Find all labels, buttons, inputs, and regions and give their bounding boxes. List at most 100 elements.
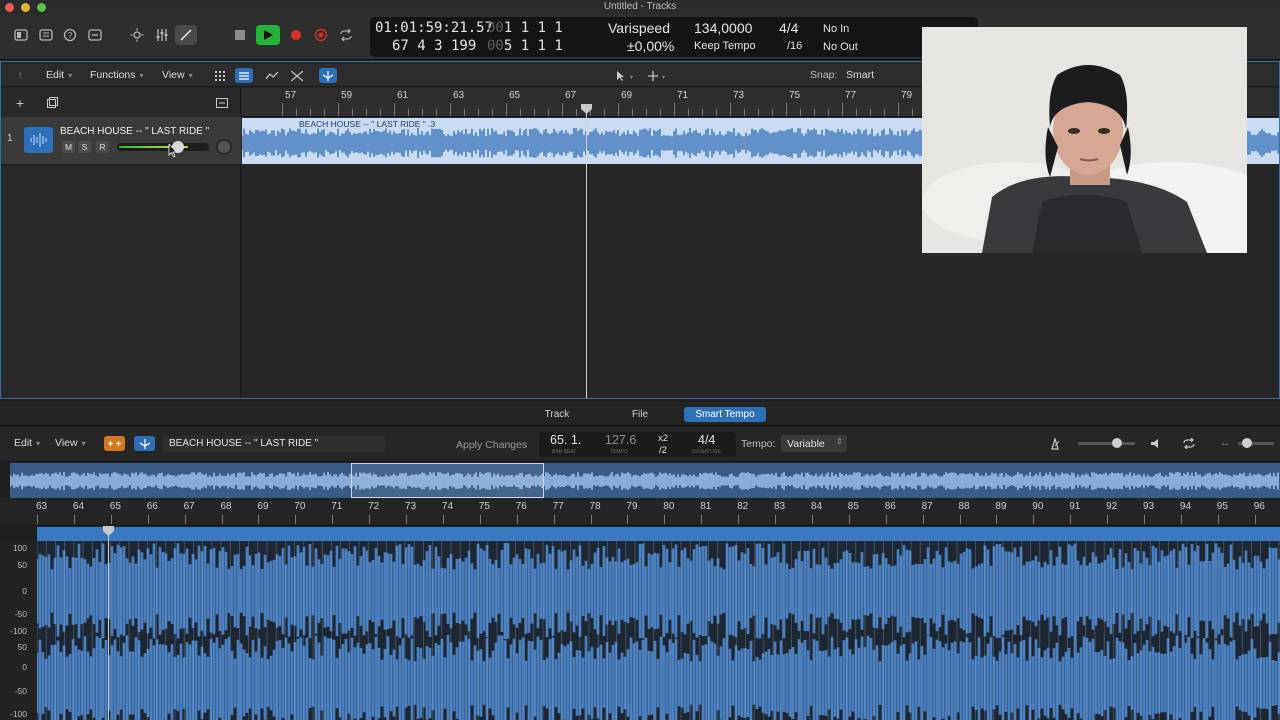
editor-ruler-bar-number: 88	[958, 501, 970, 512]
horizontal-zoom-icon[interactable]: ↔	[1216, 436, 1234, 451]
editor-playhead[interactable]	[108, 530, 109, 720]
ruler-tick	[506, 103, 507, 116]
editor-ruler-bar-number: 84	[810, 501, 823, 512]
varispeed-value: ±0,00%	[627, 38, 675, 54]
editor-ruler-tick	[258, 515, 260, 524]
mixer-icon[interactable]	[151, 25, 173, 45]
ruler-tick	[618, 103, 619, 116]
editor-ruler-bar-number: 82	[737, 501, 749, 512]
track-name[interactable]: BEACH HOUSE -- " LAST RIDE "	[60, 126, 209, 137]
tab-smart-tempo[interactable]: Smart Tempo	[684, 407, 766, 422]
cycle-icon[interactable]	[335, 25, 357, 45]
ruler-tick	[548, 109, 549, 116]
editor-edit-menu[interactable]: Edit ▾	[14, 437, 40, 449]
amplitude-tick-label: 50	[17, 642, 27, 652]
editor-ruler-bar-number: 63	[36, 501, 48, 512]
tempo-mode-dropdown[interactable]: Variable ⇕	[781, 435, 847, 452]
waveform-overview[interactable]	[10, 463, 1280, 498]
editor-view-menu[interactable]: View ▾	[55, 437, 86, 449]
lcd-midi-out: No Out	[823, 41, 858, 53]
horizontal-zoom-knob[interactable]	[1242, 438, 1252, 448]
volume-slider[interactable]	[117, 141, 209, 153]
tempo-beat-marker-bar[interactable]	[37, 527, 1280, 541]
ruler-tick	[464, 109, 465, 116]
global-tracks-icon[interactable]	[213, 95, 231, 110]
speaker-icon[interactable]	[1147, 436, 1165, 451]
lcd-bottom-value: 5 1 1 1	[503, 38, 563, 54]
list-view-icon[interactable]	[235, 68, 253, 83]
command-tool-icon[interactable]: ▾	[644, 68, 670, 83]
playhead-handle-icon[interactable]	[581, 104, 592, 114]
editor-ruler[interactable]: 63 64 65 66 67 68 69 70 71 72 73 74 75 76 77 78 79 80 81 82…	[0, 498, 1280, 524]
pan-knob[interactable]	[216, 139, 232, 155]
link-editor-icon[interactable]	[104, 436, 125, 451]
help-icon[interactable]: ?	[59, 25, 81, 45]
editor-ruler-tick	[996, 515, 998, 524]
horizontal-zoom-slider[interactable]	[1238, 438, 1274, 448]
editor-catch-icon[interactable]	[134, 436, 155, 451]
play-button[interactable]	[256, 25, 280, 45]
smart-tempo-waveform[interactable]	[37, 541, 1280, 720]
snap-value-dropdown[interactable]: Smart	[846, 69, 874, 81]
view-menu[interactable]: View ▾	[162, 69, 193, 81]
overview-visible-range[interactable]	[351, 463, 544, 498]
ruler-bar-number: 69	[621, 90, 633, 101]
catch-playhead-icon[interactable]	[319, 68, 337, 83]
toolbar-icon[interactable]	[84, 25, 106, 45]
inspector-icon[interactable]	[35, 25, 57, 45]
solo-button[interactable]: S	[78, 141, 91, 153]
library-icon[interactable]	[10, 25, 32, 45]
lcd-tempo: 134,0000	[694, 20, 753, 36]
edit-menu[interactable]: Edit ▾	[46, 69, 72, 81]
editor-ruler-tick	[1070, 515, 1072, 524]
editor-ruler-bar-number: 79	[626, 501, 638, 512]
editor-ruler-tick	[701, 515, 703, 524]
playhead[interactable]	[586, 104, 587, 398]
metronome-icon[interactable]	[1046, 436, 1064, 451]
lcd-position: 67 4 3 199	[392, 38, 477, 54]
tempo-mode-value: Variable	[787, 438, 825, 450]
track-header-row[interactable]: 1 BEACH HOUSE -- " LAST RIDE " M S R	[1, 117, 241, 165]
tab-file[interactable]: File	[601, 407, 679, 422]
pointer-tool-icon[interactable]: ▾	[611, 68, 637, 83]
add-track-button[interactable]: +	[11, 95, 29, 111]
automation-icon[interactable]	[263, 68, 281, 83]
ruler-tick	[282, 103, 283, 116]
half-tempo-button[interactable]: /2	[659, 445, 667, 456]
editor-ruler-bar-number: 77	[552, 501, 564, 512]
editor-ruler-bar-number: 94	[1179, 501, 1192, 512]
ruler-tick	[394, 103, 395, 116]
ruler-tick	[842, 103, 843, 116]
smart-controls-icon[interactable]	[126, 25, 148, 45]
duplicate-track-icon[interactable]	[43, 95, 61, 110]
flex-icon[interactable]	[288, 68, 306, 83]
editors-pencil-icon[interactable]	[175, 25, 197, 45]
stop-button[interactable]	[229, 25, 251, 45]
metronome-level-slider[interactable]	[1078, 438, 1135, 448]
back-arrow-icon[interactable]: ↑	[11, 68, 29, 83]
editor-ruler-tick	[1107, 515, 1109, 524]
editor-ruler-tick	[406, 515, 407, 524]
metronome-level-knob[interactable]	[1112, 438, 1122, 448]
grid-view-icon[interactable]	[211, 68, 229, 83]
double-tempo-button[interactable]: x2	[658, 433, 668, 444]
ruler-bar-number: 79	[901, 90, 913, 101]
region-name-field[interactable]: BEACH HOUSE -- " LAST RIDE "	[163, 436, 385, 452]
editor-playhead-handle-icon[interactable]	[103, 526, 114, 536]
functions-menu[interactable]: Functions ▾	[90, 69, 144, 81]
amplitude-scale: 100 50 0 -50 -100 50 0 -50 -100	[0, 541, 37, 720]
capture-recording-icon[interactable]	[310, 25, 332, 45]
tab-track[interactable]: Track	[518, 407, 596, 422]
record-enable-button[interactable]: R	[96, 141, 109, 153]
record-button[interactable]	[285, 25, 307, 45]
editor-ruler-bar-number: 73	[405, 501, 417, 512]
loop-playback-icon[interactable]	[1179, 436, 1197, 451]
amplitude-tick-label: -50	[14, 609, 27, 619]
amplitude-tick-label: 0	[22, 662, 27, 672]
mute-button[interactable]: M	[62, 141, 75, 153]
audio-track-icon[interactable]	[24, 127, 53, 153]
apply-changes-button[interactable]: Apply Changes	[456, 439, 527, 451]
lcd-display[interactable]: 01:01:59:21.57 67 4 3 199 001 1 1 1 005 …	[370, 17, 978, 57]
editor-ruler-tick	[184, 515, 186, 524]
editor-tabs-bar: Track File Smart Tempo	[0, 402, 1280, 426]
